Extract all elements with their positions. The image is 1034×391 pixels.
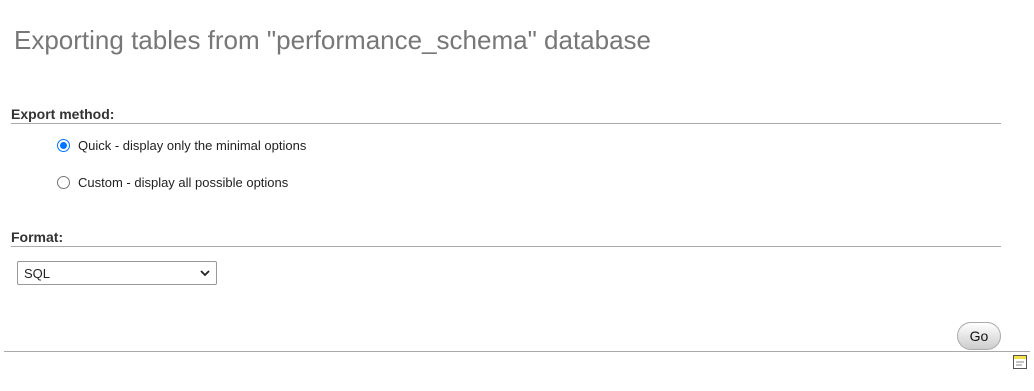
radio-custom-button[interactable] <box>57 176 70 189</box>
format-heading: Format: <box>11 229 1001 247</box>
radio-custom-label[interactable]: Custom - display all possible options <box>78 175 288 190</box>
format-select[interactable]: SQL <box>17 261 217 285</box>
radio-quick-button[interactable] <box>57 139 70 152</box>
export-method-heading: Export method: <box>11 106 1001 124</box>
page-title: Exporting tables from "performance_schem… <box>14 25 652 55</box>
console-icon[interactable] <box>1013 355 1027 369</box>
chevron-down-icon <box>197 265 213 281</box>
format-select-value: SQL <box>24 265 51 281</box>
radio-custom-option[interactable]: Custom - display all possible options <box>57 175 288 190</box>
radio-quick-option[interactable]: Quick - display only the minimal options <box>57 138 306 153</box>
export-page: Exporting tables from "performance_schem… <box>0 0 1034 391</box>
bottom-divider <box>4 351 1030 352</box>
go-button[interactable]: Go <box>957 322 1001 350</box>
radio-quick-label[interactable]: Quick - display only the minimal options <box>78 138 306 153</box>
